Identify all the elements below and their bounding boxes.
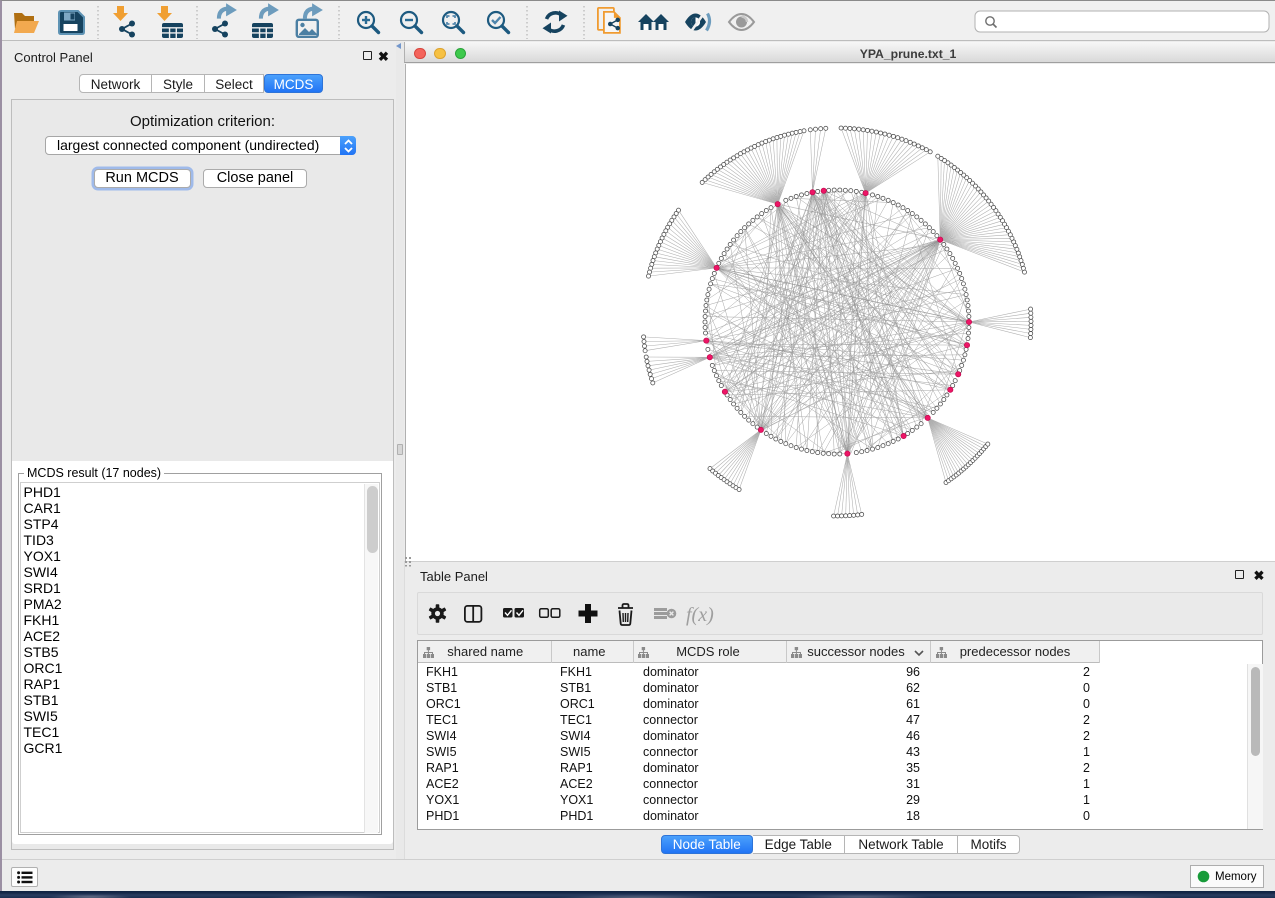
svg-text:f(x): f(x) (686, 604, 714, 626)
